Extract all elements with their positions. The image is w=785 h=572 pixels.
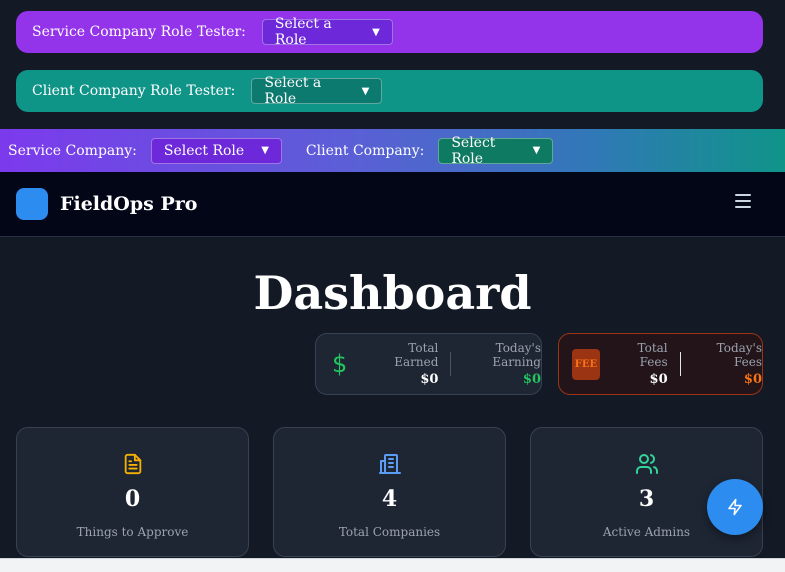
fee-icon: FEE: [572, 348, 600, 380]
today-earning-label: Today's Earning: [492, 341, 541, 369]
document-icon: [17, 452, 248, 476]
card-label: Things to Approve: [76, 525, 189, 539]
today-earning: Today's Earning $0: [463, 341, 541, 387]
browser-bottom-bar: [0, 558, 785, 572]
client-role-tester-select[interactable]: Select a Role ▼: [251, 75, 383, 107]
fees-summary: FEE Total Fees $0 Today's Fees $0: [558, 333, 763, 395]
stat-divider: [679, 352, 681, 376]
chevron-down-icon: ▼: [372, 26, 380, 38]
service-role-tester-bar: Service Company Role Tester: Select a Ro…: [16, 11, 763, 53]
dollar-icon: $: [332, 350, 348, 378]
card-label: Total Companies: [338, 525, 441, 539]
total-earned-label: Total Earned: [394, 341, 439, 369]
service-role-tester-select[interactable]: Select a Role ▼: [261, 16, 393, 48]
hamburger-menu-icon[interactable]: [735, 194, 751, 208]
things-to-approve-card[interactable]: 0 Things to Approve: [16, 427, 249, 557]
service-role-tester-label: Service Company Role Tester:: [32, 24, 246, 40]
stat-divider: [450, 352, 452, 376]
chevron-down-icon: ▼: [261, 145, 269, 156]
total-earned: Total Earned $0: [376, 341, 438, 387]
today-earning-value: $0: [522, 372, 541, 387]
app-logo[interactable]: [16, 188, 48, 220]
total-fees-value: $0: [649, 372, 668, 387]
chevron-down-icon: ▼: [532, 145, 541, 156]
total-companies-card[interactable]: 4 Total Companies: [273, 427, 506, 557]
service-company-select[interactable]: Select Role ▼: [150, 137, 282, 164]
quick-action-button[interactable]: [707, 479, 763, 535]
service-company-label: Service Company:: [8, 142, 137, 159]
building-icon: [274, 452, 505, 476]
today-fees-label: Today's Fees: [716, 341, 763, 369]
total-earned-value: $0: [420, 372, 439, 387]
earnings-summary: $ Total Earned $0 Today's Earning $0: [315, 333, 542, 395]
today-fees-value: $0: [743, 372, 763, 387]
page-title: Dashboard: [253, 266, 532, 320]
top-navbar: FieldOps Pro: [0, 172, 785, 237]
card-value: 0: [124, 486, 141, 512]
client-company-select[interactable]: Select Role ▼: [438, 134, 554, 167]
chevron-down-icon: ▼: [361, 85, 370, 97]
service-role-tester-value: Select a Role: [274, 16, 332, 48]
service-company-select-value: Select Role: [163, 142, 245, 159]
total-fees-label: Total Fees: [637, 341, 668, 369]
role-select-strip: Service Company: Select Role ▼ Client Co…: [0, 129, 785, 172]
lightning-icon: [728, 498, 742, 516]
client-role-tester-value: Select a Role: [264, 75, 322, 107]
client-company-label: Client Company:: [305, 142, 425, 159]
users-icon: [531, 452, 762, 476]
card-value: 4: [381, 486, 398, 512]
today-fees: Today's Fees $0: [693, 341, 762, 387]
client-company-select-value: Select Role: [451, 134, 496, 167]
brand-name[interactable]: FieldOps Pro: [60, 193, 197, 215]
client-role-tester-label: Client Company Role Tester:: [32, 83, 236, 99]
total-fees: Total Fees $0: [612, 341, 668, 387]
client-role-tester-bar: Client Company Role Tester: Select a Rol…: [16, 70, 763, 112]
